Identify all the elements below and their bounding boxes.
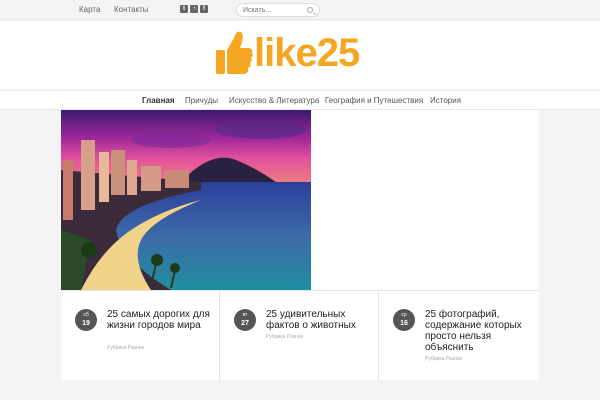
post-category[interactable]: Рубрика Разное [107, 345, 144, 351]
date-badge: ср 16 [393, 309, 415, 331]
hero-image[interactable] [61, 110, 311, 290]
contacts-link[interactable]: Контакты [114, 5, 149, 14]
twitter-icon[interactable]: t [180, 5, 188, 13]
nav-item-geography-travel[interactable]: География и Путешествия [325, 96, 423, 105]
post-title[interactable]: 25 самых дорогих для жизни городов мира [107, 309, 211, 331]
date-day: 19 [82, 320, 90, 327]
search-input[interactable] [243, 6, 305, 15]
date-badge: вт 27 [234, 309, 256, 331]
date-day: 27 [241, 320, 249, 327]
thumbs-up-icon [216, 31, 253, 75]
date-weekday: ср [401, 312, 407, 318]
hero-side-panel [311, 110, 539, 290]
logo-text: like25 [254, 31, 360, 75]
site-logo[interactable]: like25 [214, 26, 388, 82]
map-link[interactable]: Карта [79, 5, 100, 14]
post-card[interactable]: ср 16 25 фотографий, содержание которых … [379, 291, 538, 381]
date-day: 16 [400, 320, 408, 327]
nav-item-history[interactable]: История [430, 96, 461, 105]
nav-item-quirks[interactable]: Причуды [185, 96, 218, 105]
post-card[interactable]: вт 27 25 удивительных фактов о животных … [220, 291, 379, 381]
post-category[interactable]: Рубрика Разное [266, 334, 303, 340]
search-icon[interactable] [307, 7, 313, 13]
nav-item-art-literature[interactable]: Искусство & Литература [229, 96, 319, 105]
post-title[interactable]: 25 фотографий, содержание которых просто… [425, 309, 529, 353]
post-title[interactable]: 25 удивительных фактов о животных [266, 309, 370, 331]
date-badge: сб 19 [75, 309, 97, 331]
search-box [236, 3, 320, 17]
main-nav: Главная Причуды Искусство & Литература Г… [0, 90, 600, 110]
post-category[interactable]: Рубрика Разное [425, 356, 462, 362]
top-bar: Карта Контакты t ◔ f [0, 0, 600, 20]
date-weekday: вт [242, 312, 248, 318]
rss-icon[interactable]: ◔ [190, 5, 198, 13]
post-list: сб 19 25 самых дорогих для жизни городов… [61, 290, 539, 381]
site-header: like25 [0, 21, 600, 89]
date-weekday: сб [83, 312, 89, 318]
post-card[interactable]: сб 19 25 самых дорогих для жизни городов… [61, 291, 220, 381]
nav-item-home[interactable]: Главная [142, 96, 175, 105]
facebook-icon[interactable]: f [200, 5, 208, 13]
